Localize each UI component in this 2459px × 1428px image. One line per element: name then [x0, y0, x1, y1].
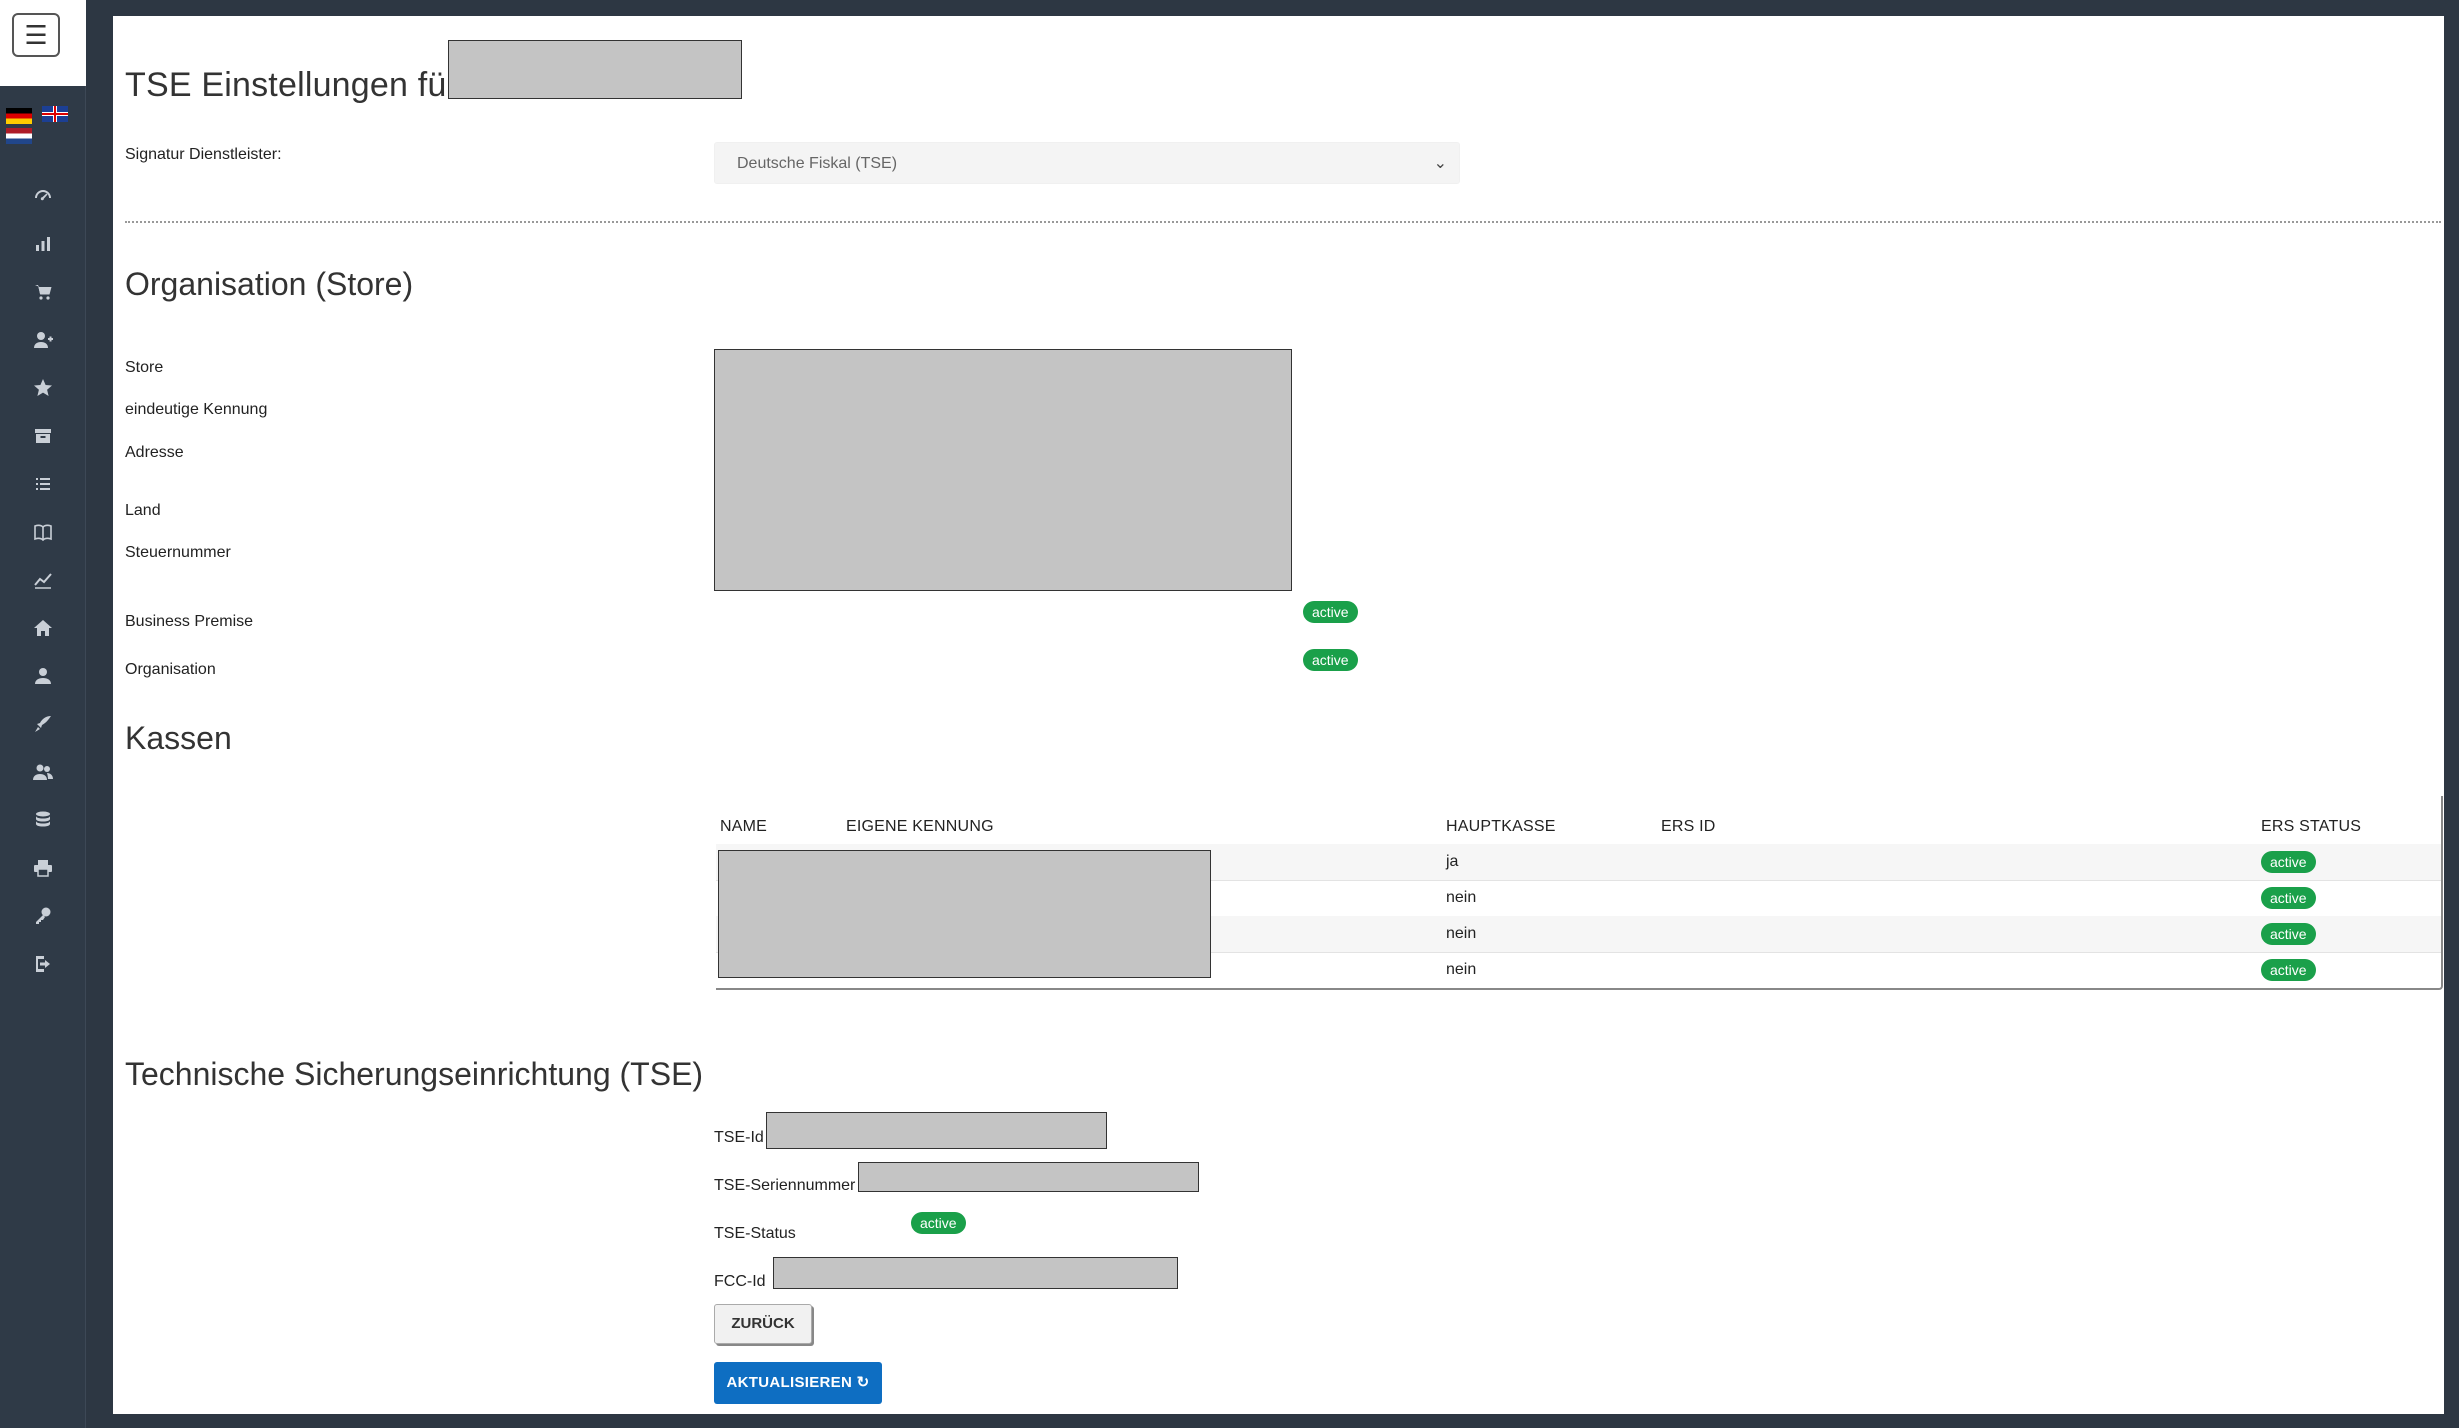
database-icon[interactable]	[0, 796, 86, 844]
sidebar-nav	[0, 172, 86, 988]
user-plus-icon[interactable]	[0, 316, 86, 364]
organisation-label: Organisation	[125, 661, 216, 678]
field-land-label: Land	[125, 502, 161, 519]
field-adresse-label: Adresse	[125, 444, 184, 461]
flag-de-icon[interactable]	[6, 108, 32, 124]
store-name-redacted	[448, 40, 742, 99]
field-kennung-label: eindeutige Kennung	[125, 401, 268, 418]
back-button[interactable]: ZURÜCK	[714, 1304, 812, 1344]
line-chart-icon[interactable]	[0, 556, 86, 604]
kassen-heading: Kassen	[125, 720, 232, 756]
cart-icon[interactable]	[0, 268, 86, 316]
col-name: NAME	[720, 818, 768, 835]
update-button[interactable]: AKTUALISIEREN ↻	[714, 1362, 882, 1404]
star-icon[interactable]	[0, 364, 86, 412]
tse-status-label: TSE-Status	[714, 1225, 796, 1242]
ers-status-badge: active	[2261, 923, 2316, 945]
organisation-status-badge: active	[1303, 649, 1358, 671]
archive-icon[interactable]	[0, 412, 86, 460]
chevron-down-icon: ⌄	[1433, 155, 1447, 172]
tse-serial-redacted	[858, 1162, 1199, 1192]
section-divider	[125, 221, 2441, 223]
menu-toggle-button[interactable]: ☰	[12, 13, 60, 57]
menu-icon: ☰	[24, 19, 48, 50]
rocket-icon[interactable]	[0, 700, 86, 748]
col-hauptkasse: HAUPTKASSE	[1446, 818, 1556, 835]
page-title: TSE Einstellungen für:	[125, 66, 468, 104]
hauptkasse-cell: nein	[1446, 925, 1477, 942]
update-button-label: AKTUALISIEREN	[726, 1374, 853, 1391]
sidebar: ☰	[0, 0, 86, 1428]
fcc-id-redacted	[773, 1257, 1178, 1289]
printer-icon[interactable]	[0, 844, 86, 892]
menu-toggle-area: ☰	[0, 0, 86, 86]
tse-serial-label: TSE-Seriennummer	[714, 1177, 856, 1194]
col-ers-status: ERS STATUS	[2261, 818, 2362, 835]
book-icon[interactable]	[0, 508, 86, 556]
hauptkasse-cell: nein	[1446, 961, 1477, 978]
kassen-names-redacted	[718, 850, 1211, 978]
tse-status-badge: active	[911, 1212, 966, 1234]
tse-id-label: TSE-Id	[714, 1129, 764, 1146]
language-flags	[6, 106, 80, 150]
field-store-label: Store	[125, 359, 164, 376]
users-icon[interactable]	[0, 748, 86, 796]
main-panel: TSE Einstellungen für: Signatur Dienstle…	[113, 16, 2444, 1414]
signature-provider-value: Deutsche Fiskal (TSE)	[737, 155, 898, 172]
business-premise-label: Business Premise	[125, 613, 254, 630]
dashboard-icon[interactable]	[0, 172, 86, 220]
organisation-details-redacted	[714, 349, 1292, 591]
hauptkasse-cell: ja	[1446, 853, 1459, 870]
tse-id-redacted	[766, 1112, 1107, 1149]
col-ers-id: ERS ID	[1661, 818, 1716, 835]
business-premise-status-badge: active	[1303, 601, 1358, 623]
organisation-heading: Organisation (Store)	[125, 266, 414, 302]
ers-status-badge: active	[2261, 887, 2316, 909]
field-steuernummer-label: Steuernummer	[125, 544, 231, 561]
bar-chart-icon[interactable]	[0, 220, 86, 268]
flag-uk-icon[interactable]	[42, 106, 68, 122]
signature-provider-select[interactable]: Deutsche Fiskal (TSE) ⌄	[714, 142, 1460, 184]
ers-status-badge: active	[2261, 851, 2316, 873]
logout-icon[interactable]	[0, 940, 86, 988]
ers-status-badge: active	[2261, 959, 2316, 981]
signature-label: Signatur Dienstleister:	[125, 146, 282, 163]
user-icon[interactable]	[0, 652, 86, 700]
hauptkasse-cell: nein	[1446, 889, 1477, 906]
fcc-id-label: FCC-Id	[714, 1273, 766, 1290]
flag-nl-icon[interactable]	[6, 128, 32, 144]
col-eigene-kennung: EIGENE KENNUNG	[846, 818, 994, 835]
key-icon[interactable]	[0, 892, 86, 940]
list-icon[interactable]	[0, 460, 86, 508]
tse-heading: Technische Sicherungseinrichtung (TSE)	[125, 1056, 704, 1092]
refresh-icon: ↻	[856, 1374, 870, 1391]
kassen-table: NAME EIGENE KENNUNG HAUPTKASSE ERS ID ER…	[716, 796, 2443, 990]
home-icon[interactable]	[0, 604, 86, 652]
